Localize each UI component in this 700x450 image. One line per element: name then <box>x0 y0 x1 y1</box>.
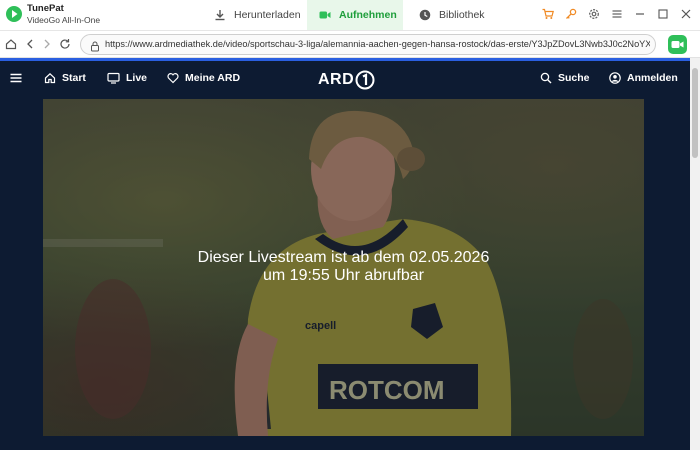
browser-toolbar: https://www.ardmediathek.de/video/sports… <box>0 31 700 58</box>
video-player[interactable]: ROTCOM capell Dieser Livestream ist ab d… <box>43 99 644 436</box>
message-line-1: Dieser Livestream ist ab dem 02.05.2026 <box>197 249 490 266</box>
ard-page: Start Live Meine ARD ARD Suche Anmelden … <box>0 58 700 450</box>
url-text: https://www.ardmediathek.de/video/sports… <box>105 39 650 49</box>
minimize-icon[interactable] <box>634 8 646 20</box>
search-icon <box>540 72 552 84</box>
download-icon <box>214 9 226 21</box>
ard-one-icon <box>355 70 375 90</box>
tab-library[interactable]: Bibliothek <box>415 0 505 30</box>
home-icon[interactable] <box>4 37 18 51</box>
key-icon[interactable] <box>565 8 577 20</box>
record-icon <box>319 9 331 21</box>
menu-icon[interactable] <box>611 8 623 20</box>
home-icon <box>44 72 56 84</box>
tv-icon <box>107 72 120 84</box>
nav-live-label: Live <box>126 72 148 84</box>
tunepat-logo-icon <box>6 6 22 22</box>
close-icon[interactable] <box>680 8 692 20</box>
nav-live[interactable]: Live <box>107 72 147 84</box>
nav-search-label: Suche <box>558 72 590 84</box>
app-subtitle: VideoGo All-In-One <box>27 15 101 25</box>
record-button[interactable] <box>668 35 687 54</box>
cart-icon[interactable] <box>542 8 554 20</box>
nav-start-label: Start <box>62 72 86 84</box>
nav-start[interactable]: Start <box>44 72 86 84</box>
tab-library-label: Bibliothek <box>439 9 485 21</box>
heart-icon <box>167 72 179 84</box>
hamburger-icon <box>10 72 22 84</box>
tab-download-label: Herunterladen <box>234 9 301 21</box>
user-icon <box>609 72 621 84</box>
lock-icon <box>90 39 100 57</box>
app-name: TunePat <box>27 3 64 14</box>
nav-login[interactable]: Anmelden <box>609 72 678 84</box>
ard-navigation: Start Live Meine ARD ARD Suche Anmelden <box>0 61 700 99</box>
nav-search[interactable]: Suche <box>540 72 590 84</box>
livestream-availability-message: Dieser Livestream ist ab dem 02.05.2026 … <box>43 249 644 285</box>
page-scrollbar[interactable] <box>690 58 700 450</box>
ard-logo[interactable]: ARD <box>318 70 375 90</box>
app-titlebar: TunePat VideoGo All-In-One Herunterladen… <box>0 0 700 31</box>
hamburger-menu-button[interactable] <box>10 72 28 84</box>
back-icon[interactable] <box>23 37 37 51</box>
settings-icon[interactable] <box>588 8 600 20</box>
nav-login-label: Anmelden <box>627 72 678 84</box>
message-line-2: um 19:55 Uhr abrufbar <box>263 267 424 284</box>
reload-icon[interactable] <box>58 37 72 51</box>
ard-logo-text: ARD <box>318 71 355 88</box>
tab-record-label: Aufnehmen <box>339 9 397 21</box>
nav-meine-ard[interactable]: Meine ARD <box>167 72 240 84</box>
maximize-icon[interactable] <box>657 8 669 20</box>
address-bar[interactable]: https://www.ardmediathek.de/video/sports… <box>80 34 656 55</box>
nav-meine-ard-label: Meine ARD <box>185 72 241 84</box>
scrollbar-thumb[interactable] <box>692 68 698 158</box>
tab-record[interactable]: Aufnehmen <box>307 0 403 30</box>
video-camera-icon <box>671 39 684 50</box>
forward-icon[interactable] <box>40 37 54 51</box>
library-icon <box>419 9 431 21</box>
tab-download[interactable]: Herunterladen <box>210 0 305 30</box>
